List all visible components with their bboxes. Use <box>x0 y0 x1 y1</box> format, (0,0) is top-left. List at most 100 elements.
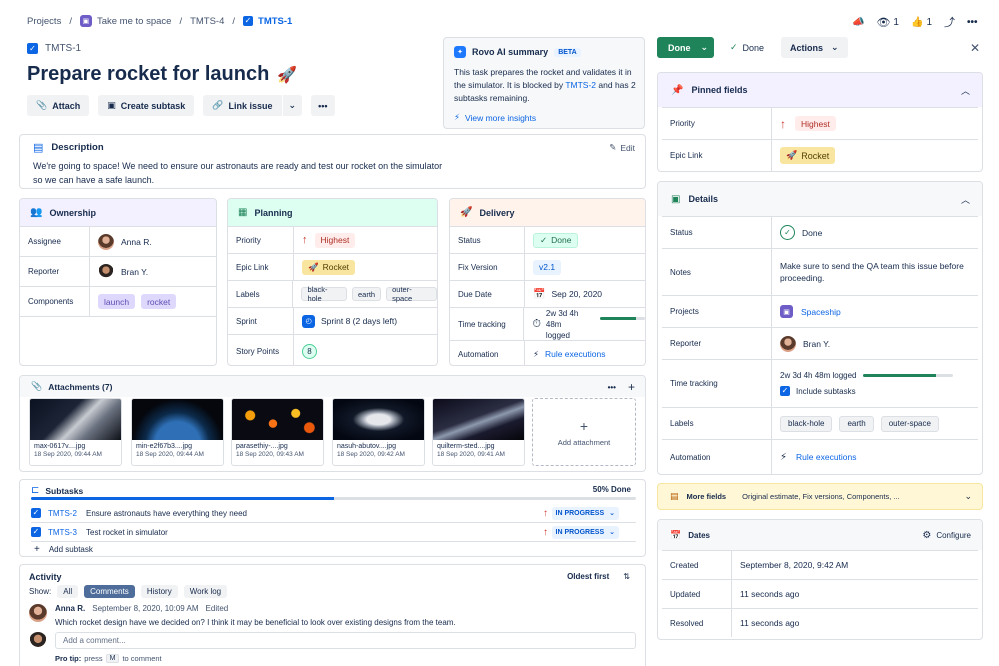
comment-placeholder: Add a comment... <box>63 636 126 645</box>
epic-value[interactable]: 🚀 Rocket <box>772 140 836 171</box>
epic-value[interactable]: 🚀 Rocket <box>294 254 356 280</box>
attachment-thumbnail[interactable]: max-0617v....jpg 18 Sep 2020, 09:44 AM <box>29 398 122 466</box>
configure-button[interactable]: ⚙ Configure <box>922 530 971 541</box>
attachment-thumbnail[interactable]: quilterm-sted....jpg 18 Sep 2020, 09:41 … <box>432 398 525 466</box>
automation-link[interactable]: ⚡ Rule executions <box>525 341 605 365</box>
more-icon[interactable]: ••• <box>967 17 978 28</box>
view-insights-link[interactable]: ⚡ View more insights <box>454 112 536 123</box>
sort-button[interactable]: Oldest first ⇅ <box>567 572 630 581</box>
close-icon[interactable]: ✕ <box>970 41 980 55</box>
breadcrumb-current[interactable]: ✓ TMTS-1 <box>243 16 292 27</box>
comment-text: Which rocket design have we decided on? … <box>55 618 456 627</box>
subtask-row[interactable]: ✓ TMTS-2 Ensure astronauts have everythi… <box>31 504 636 523</box>
breadcrumb-parent[interactable]: TMTS-4 <box>190 16 224 27</box>
filter-work-log[interactable]: Work log <box>183 585 228 598</box>
share-icon[interactable]: ⤴ <box>944 14 955 30</box>
subtask-status-dropdown[interactable]: IN PROGRESS ⌄ <box>551 525 619 539</box>
time-tracking-value[interactable]: 2w 3d 4h 48m logged ✓ Include subtasks <box>772 360 953 407</box>
subtask-status-dropdown[interactable]: IN PROGRESS ⌄ <box>551 506 619 520</box>
status-value[interactable]: ✓ Done <box>525 227 579 253</box>
sprint-value[interactable]: ◴ Sprint 8 (2 days left) <box>294 308 397 334</box>
attachment-name: nasuh-abutov....jpg <box>337 443 397 450</box>
subtask-key[interactable]: TMTS-2 <box>48 509 86 518</box>
status-transition-button[interactable]: Done ⌄ <box>657 37 714 58</box>
attachment-image <box>232 399 323 440</box>
like-button[interactable]: 👍 1 <box>911 17 932 28</box>
label-tag[interactable]: black-hole <box>301 285 347 303</box>
fix-version-value[interactable]: v2.1 <box>525 254 562 280</box>
labels-value[interactable]: black-hole earth outer-space <box>293 281 437 307</box>
link-issue-button[interactable]: 🔗 Link issue <box>203 95 282 116</box>
issue-key-label: TMTS-1 <box>45 43 82 54</box>
breadcrumb-separator: / <box>232 15 236 27</box>
fix-version-label: Fix Version <box>450 254 525 280</box>
filter-comments[interactable]: Comments <box>84 585 135 598</box>
issue-title[interactable]: Prepare rocket for launch 🚀 <box>27 63 297 86</box>
filter-all[interactable]: All <box>57 585 79 598</box>
add-subtask-button[interactable]: + Add subtask <box>34 544 93 555</box>
create-subtask-button[interactable]: ▣ Create subtask <box>98 95 195 116</box>
description-text[interactable]: We're going to space! We need to ensure … <box>33 159 453 187</box>
details-header[interactable]: ▣ Details ︿ <box>658 182 982 216</box>
reporter-value[interactable]: Bran Y. <box>772 328 830 359</box>
attach-button[interactable]: 📎 Attach <box>27 95 90 116</box>
include-subtasks-checkbox[interactable]: ✓ Include subtasks <box>780 386 856 396</box>
breadcrumb-projects[interactable]: Projects <box>27 16 61 27</box>
link-issue-dropdown[interactable]: ⌄ <box>282 95 303 116</box>
breadcrumb-space[interactable]: ▣ Take me to space <box>79 15 171 27</box>
subtasks-progress-bar <box>31 497 636 500</box>
due-date-value[interactable]: 📅 Sep 20, 2020 <box>525 281 602 307</box>
attachment-thumbnail[interactable]: min-e2f67b3....jpg 18 Sep 2020, 09:44 AM <box>131 398 224 466</box>
attachment-thumbnail[interactable]: nasuh-abutov....jpg 18 Sep 2020, 09:42 A… <box>332 398 425 466</box>
comment-input[interactable]: Add a comment... <box>55 632 636 649</box>
labels-row: Labels black-hole earth outer-space <box>228 280 437 307</box>
checkbox-checked-icon: ✓ <box>780 386 790 396</box>
attachment-thumbnail[interactable]: parasethiy-....jpg 18 Sep 2020, 09:43 AM <box>231 398 324 466</box>
component-tag[interactable]: rocket <box>141 294 177 309</box>
description-edit-button[interactable]: ✎ Edit <box>609 142 635 153</box>
filter-history[interactable]: History <box>140 585 178 598</box>
pro-tip: Pro tip: press M to comment <box>55 654 162 663</box>
priority-value[interactable]: ↑ Highest <box>294 227 356 253</box>
ownership-empty-row <box>20 316 216 365</box>
notes-value[interactable]: Make sure to send the QA team this issue… <box>772 249 965 295</box>
component-tag[interactable]: launch <box>98 294 136 309</box>
more-actions-button[interactable]: ••• <box>311 95 335 116</box>
lightning-icon: ⚡ <box>533 348 539 359</box>
automation-link[interactable]: ⚡ Rule executions <box>772 440 857 474</box>
more-fields-card[interactable]: ▤ More fields Original estimate, Fix ver… <box>657 483 983 510</box>
label-tag[interactable]: black-hole <box>780 415 833 432</box>
components-value[interactable]: launch rocket <box>90 287 177 316</box>
assignee-value[interactable]: Anna R. <box>90 227 152 256</box>
check-icon: ✓ <box>730 42 738 52</box>
subtask-key[interactable]: TMTS-3 <box>48 528 86 537</box>
pinned-fields-header[interactable]: 📌 Pinned fields ︿ <box>658 73 982 107</box>
epic-lozenge: 🚀 Rocket <box>302 259 356 275</box>
label-tag[interactable]: earth <box>352 287 382 301</box>
megaphone-icon[interactable]: 📣 <box>852 17 864 28</box>
add-attachment-button[interactable]: + Add attachment <box>532 398 636 466</box>
actions-button[interactable]: Actions ⌄ <box>781 37 848 58</box>
priority-value[interactable]: ↑ Highest <box>772 108 836 139</box>
reporter-value[interactable]: Bran Y. <box>90 257 148 286</box>
avatar <box>29 604 47 622</box>
watch-button[interactable]: 👁 1 <box>876 16 899 29</box>
label-tag[interactable]: outer-space <box>880 415 939 432</box>
ownership-title: Ownership <box>49 207 96 218</box>
label-tag[interactable]: earth <box>839 415 874 432</box>
attach-label: Attach <box>52 100 81 111</box>
story-points-value[interactable]: 8 <box>294 335 317 365</box>
labels-value[interactable]: black-hole earth outer-space <box>772 408 939 439</box>
status-value[interactable]: ✓ Done <box>772 217 822 248</box>
link-issue-group: 🔗 Link issue ⌄ <box>203 95 303 116</box>
plus-icon[interactable]: + <box>628 380 635 394</box>
more-icon[interactable]: ••• <box>608 383 616 392</box>
top-actions: 📣 👁 1 👍 1 ⤴ ••• <box>852 14 978 30</box>
time-tracking-value[interactable]: ⏱ 2w 3d 4h 48m logged <box>524 308 645 340</box>
blocked-by-link[interactable]: TMTS-2 <box>565 80 596 90</box>
project-link[interactable]: ▣ Spaceship <box>772 296 841 327</box>
keyboard-key: M <box>105 654 120 663</box>
details-labels-row: Labels black-hole earth outer-space <box>662 407 978 439</box>
label-tag[interactable]: outer-space <box>386 285 437 303</box>
subtask-row[interactable]: ✓ TMTS-3 Test rocket in simulator ↑ IN P… <box>31 523 636 542</box>
